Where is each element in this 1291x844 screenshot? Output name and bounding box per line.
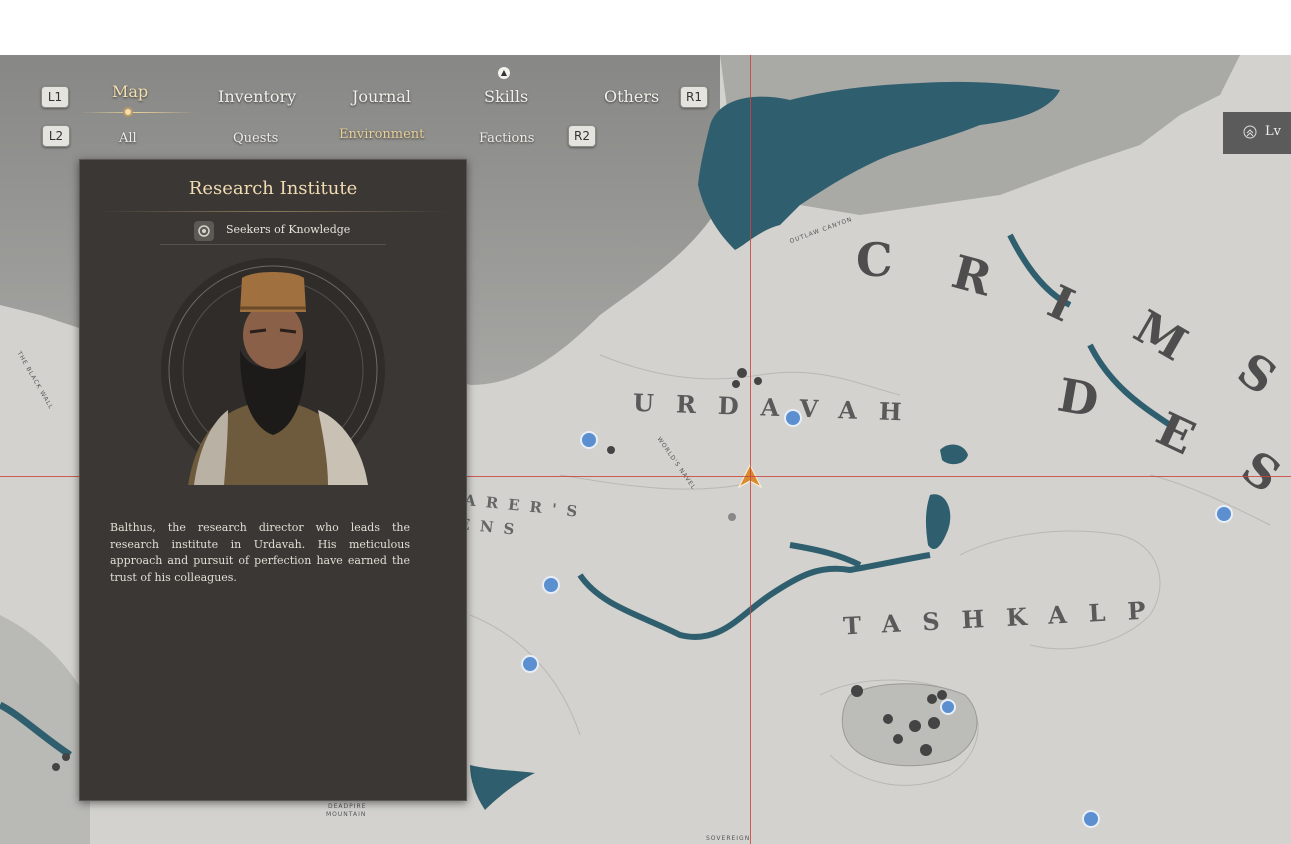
- tab-skills[interactable]: Skills: [484, 87, 528, 106]
- poi-poi: [732, 380, 740, 388]
- poi-unknown: [920, 744, 932, 756]
- poi-poi: [607, 446, 615, 454]
- subtab-factions[interactable]: Factions: [479, 131, 534, 146]
- poi-poi: [937, 690, 947, 700]
- faction-row: Seekers of Knowledge: [80, 218, 466, 242]
- poi-unknown: [851, 685, 863, 697]
- divider: [96, 211, 450, 212]
- poi-waypoint: [521, 655, 539, 673]
- poi-waypoint: [1215, 505, 1233, 523]
- poi-poi: [62, 753, 70, 761]
- tab-map[interactable]: Map: [112, 82, 148, 101]
- chevron-up-icon: [1243, 125, 1257, 139]
- npc-portrait: [161, 258, 385, 485]
- location-label: DEADPIRE: [328, 803, 367, 810]
- poi-waypoint: [1082, 810, 1100, 828]
- active-tab-indicator-icon: [123, 107, 133, 117]
- subtab-quests[interactable]: Quests: [233, 131, 278, 146]
- r2-button[interactable]: R2: [568, 125, 596, 147]
- divider: [160, 244, 386, 245]
- poi-poi: [883, 714, 893, 724]
- poi-waypoint: [542, 576, 560, 594]
- poi-poi: [754, 377, 762, 385]
- poi-waypoint: [940, 699, 956, 715]
- faction-emblem-icon: [194, 221, 214, 241]
- poi-poi: [52, 763, 60, 771]
- location-label: SOVEREIGN: [706, 835, 751, 842]
- poi-unknown: [928, 717, 940, 729]
- panel-description: Balthus, the research director who leads…: [110, 521, 410, 584]
- poi-poi: [893, 734, 903, 744]
- active-tab-underline: [80, 112, 194, 113]
- skills-notification-icon: ▲: [498, 67, 510, 79]
- location-info-panel: Research Institute Seekers of Knowledge: [79, 159, 467, 801]
- region-letter: C: [856, 233, 943, 287]
- location-label: MOUNTAIN: [326, 811, 367, 818]
- l2-button[interactable]: L2: [42, 125, 70, 147]
- r1-button[interactable]: R1: [680, 86, 708, 108]
- map-stage[interactable]: URDAVAH TASHKALP C R I M S D E S BEARER'…: [0, 55, 1291, 844]
- tab-inventory[interactable]: Inventory: [218, 87, 296, 106]
- l1-button[interactable]: L1: [41, 86, 69, 108]
- subtab-environment[interactable]: Environment: [339, 127, 424, 142]
- level-label: Lv: [1265, 124, 1281, 139]
- poi-poi: [728, 513, 736, 521]
- top-navigation: L1 Map Inventory Journal ▲ Skills Others…: [0, 55, 1291, 165]
- faction-name: Seekers of Knowledge: [226, 223, 351, 236]
- crosshair-vertical: [750, 55, 751, 844]
- panel-title: Research Institute: [188, 178, 358, 199]
- tab-others[interactable]: Others: [604, 87, 659, 106]
- poi-waypoint: [580, 431, 598, 449]
- level-filter-button[interactable]: Lv: [1223, 112, 1291, 154]
- subtab-all[interactable]: All: [119, 131, 137, 146]
- poi-poi: [737, 368, 747, 378]
- tab-journal[interactable]: Journal: [352, 87, 411, 106]
- poi-unknown: [909, 720, 921, 732]
- poi-poi: [927, 694, 937, 704]
